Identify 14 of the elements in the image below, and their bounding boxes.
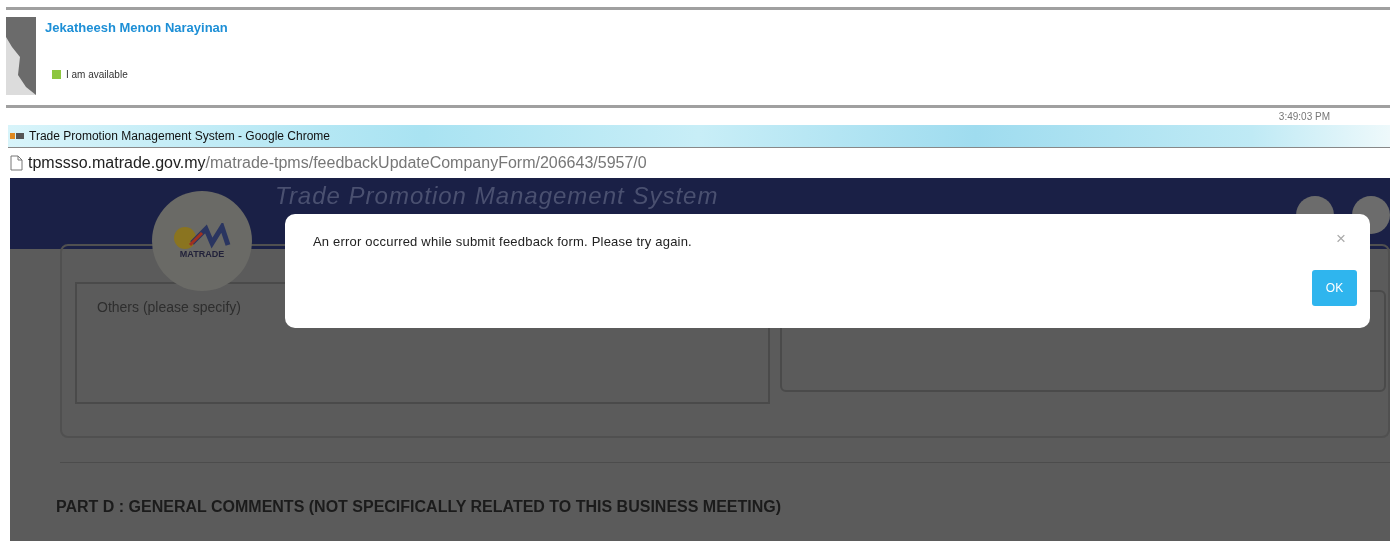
section-heading: PART D : GENERAL COMMENTS (NOT SPECIFICALLY RELATED TO THIS BUSINESS MEETING) [56, 498, 782, 516]
status-icon [52, 70, 61, 79]
status-label: I am available [66, 69, 128, 80]
app-icon [10, 132, 24, 140]
logo-mark-icon [172, 223, 232, 251]
timestamp: 3:49:03 PM [1277, 110, 1331, 124]
address-bar-url[interactable]: tpmssso.matrade.gov.my/matrade-tpms/feedbackUpdateCompanyForm/206643/5957/0 [28, 153, 647, 172]
page-icon [10, 154, 23, 171]
logo-text: MATRADE [179, 249, 225, 259]
user-name: Jekatheesh Menon Narayinan [45, 20, 228, 35]
close-button[interactable]: × [1336, 228, 1346, 249]
window-title: Trade Promotion Management System - Google Chrome [29, 129, 331, 143]
error-message: An error occurred while submit feedback form. Please try again. [313, 234, 692, 249]
ok-button[interactable]: OK [1312, 270, 1357, 306]
